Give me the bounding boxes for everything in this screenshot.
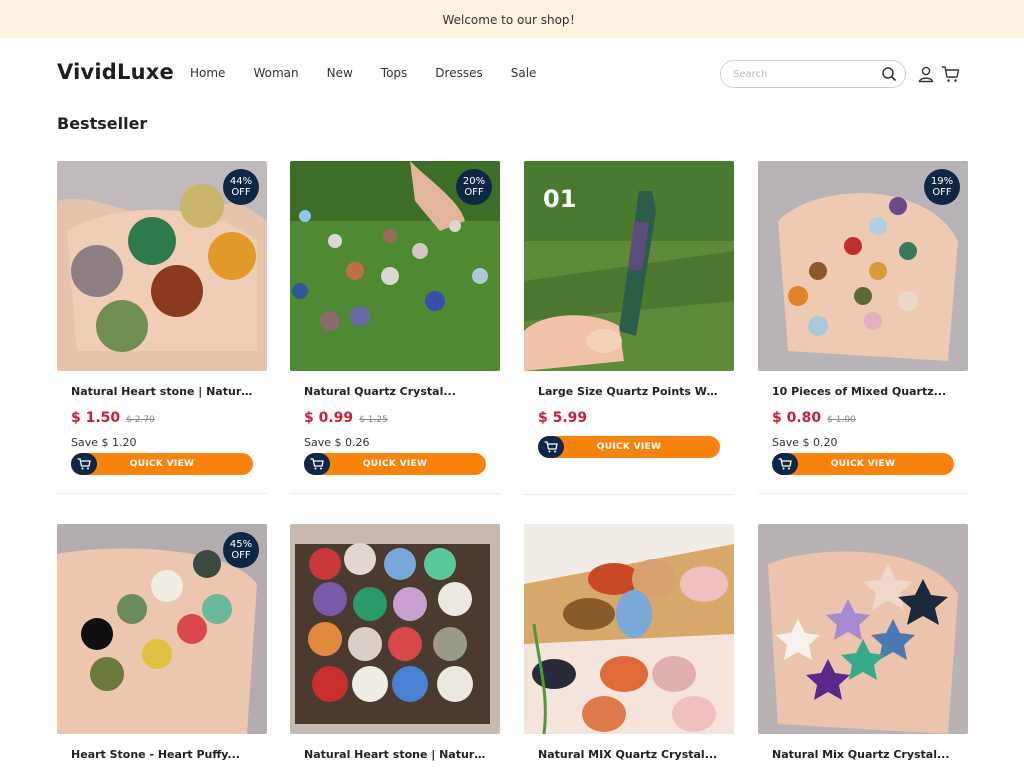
cart-icon xyxy=(71,453,97,475)
nav-tops[interactable]: Tops xyxy=(381,66,408,80)
price-row: $ 5.99 xyxy=(524,410,734,426)
product-name[interactable]: Heart Stone - Heart Puffy... xyxy=(57,748,253,761)
product-card[interactable]: 45% OFF Heart Stone - Heart Puffy... xyxy=(57,524,267,761)
quick-view-label: QUICK VIEW xyxy=(129,459,195,469)
nav-dresses[interactable]: Dresses xyxy=(435,66,482,80)
announcement-text: Welcome to our shop！ xyxy=(442,12,582,27)
discount-badge: 19% OFF xyxy=(924,169,960,205)
product-image[interactable] xyxy=(758,524,968,734)
nav-home[interactable]: Home xyxy=(190,66,225,80)
product-card[interactable]: Natural Mix Quartz Crystal... xyxy=(758,524,968,761)
site-header: VividLuxe Home Woman New Tops Dresses Sa… xyxy=(0,38,1024,110)
cart-icon xyxy=(772,453,798,475)
product-name[interactable]: Natural Quartz Crystal... xyxy=(290,385,486,398)
product-image[interactable] xyxy=(290,524,500,734)
product-image[interactable]: 44% OFF xyxy=(57,161,267,371)
discount-badge: 45% OFF xyxy=(223,532,259,568)
main-nav: Home Woman New Tops Dresses Sale xyxy=(190,66,564,80)
quick-view-label: QUICK VIEW xyxy=(362,459,428,469)
cart-icon xyxy=(304,453,330,475)
search-box xyxy=(720,60,906,88)
product-image[interactable]: 19% OFF xyxy=(758,161,968,371)
product-name[interactable]: Natural MIX Quartz Crystal... xyxy=(524,748,720,761)
cart-icon[interactable] xyxy=(941,65,960,87)
product-name[interactable]: Natural Heart stone | Natural Pu... xyxy=(290,748,486,761)
search-input[interactable] xyxy=(733,68,873,80)
product-old-price: $ 1.00 xyxy=(827,415,856,425)
product-savings: Save $ 0.20 xyxy=(772,436,838,449)
card-divider xyxy=(524,494,734,495)
product-name[interactable]: Large Size Quartz Points Wand-... xyxy=(524,385,720,398)
product-image[interactable]: 45% OFF xyxy=(57,524,267,734)
product-image[interactable]: 01 xyxy=(524,161,734,371)
quick-view-button[interactable]: QUICK VIEW xyxy=(71,453,253,475)
announcement-bar: Welcome to our shop！ xyxy=(0,0,1024,38)
price-row: $ 0.80 $ 1.00 xyxy=(758,410,968,426)
product-image[interactable] xyxy=(524,524,734,734)
product-card[interactable]: Natural Heart stone | Natural Pu... xyxy=(290,524,500,761)
quick-view-button[interactable]: QUICK VIEW xyxy=(304,453,486,475)
price-row: $ 1.50 $ 2.70 xyxy=(57,410,267,426)
quick-view-button[interactable]: QUICK VIEW xyxy=(772,453,954,475)
product-card[interactable]: 44% OFF Natural Heart stone | Natural Pu… xyxy=(57,161,267,494)
site-logo[interactable]: VividLuxe xyxy=(57,60,174,84)
account-icon[interactable] xyxy=(917,65,935,87)
product-image[interactable]: 20% OFF xyxy=(290,161,500,371)
product-card[interactable]: 01 Large Size Quartz Points Wand-... $ 5… xyxy=(524,161,734,495)
quick-view-label: QUICK VIEW xyxy=(596,442,662,452)
quick-view-label: QUICK VIEW xyxy=(830,459,896,469)
product-card[interactable]: Natural MIX Quartz Crystal... xyxy=(524,524,734,761)
product-name[interactable]: Natural Heart stone | Natural Pu... xyxy=(57,385,253,398)
product-price: $ 0.99 xyxy=(304,410,354,426)
product-savings: Save $ 1.20 xyxy=(71,436,137,449)
discount-badge: 44% OFF xyxy=(223,169,259,205)
nav-woman[interactable]: Woman xyxy=(253,66,298,80)
image-label: 01 xyxy=(543,185,577,213)
quick-view-button[interactable]: QUICK VIEW xyxy=(538,436,720,458)
product-card[interactable]: 20% OFF Natural Quartz Crystal... $ 0.99… xyxy=(290,161,500,494)
product-card[interactable]: 19% OFF 10 Pieces of Mixed Quartz... $ 0… xyxy=(758,161,968,494)
card-divider xyxy=(758,493,968,494)
search-icon[interactable] xyxy=(881,66,897,86)
nav-new[interactable]: New xyxy=(327,66,353,80)
product-price: $ 5.99 xyxy=(538,410,588,426)
nav-sale[interactable]: Sale xyxy=(511,66,537,80)
product-price: $ 1.50 xyxy=(71,410,121,426)
price-row: $ 0.99 $ 1.25 xyxy=(290,410,500,426)
product-name[interactable]: Natural Mix Quartz Crystal... xyxy=(758,748,954,761)
section-title: Bestseller xyxy=(57,114,148,133)
product-old-price: $ 2.70 xyxy=(126,415,155,425)
product-old-price: $ 1.25 xyxy=(359,415,388,425)
product-name[interactable]: 10 Pieces of Mixed Quartz... xyxy=(758,385,954,398)
card-divider xyxy=(290,493,500,494)
product-price: $ 0.80 xyxy=(772,410,822,426)
card-divider xyxy=(57,493,267,494)
product-savings: Save $ 0.26 xyxy=(304,436,370,449)
discount-badge: 20% OFF xyxy=(456,169,492,205)
cart-icon xyxy=(538,436,564,458)
